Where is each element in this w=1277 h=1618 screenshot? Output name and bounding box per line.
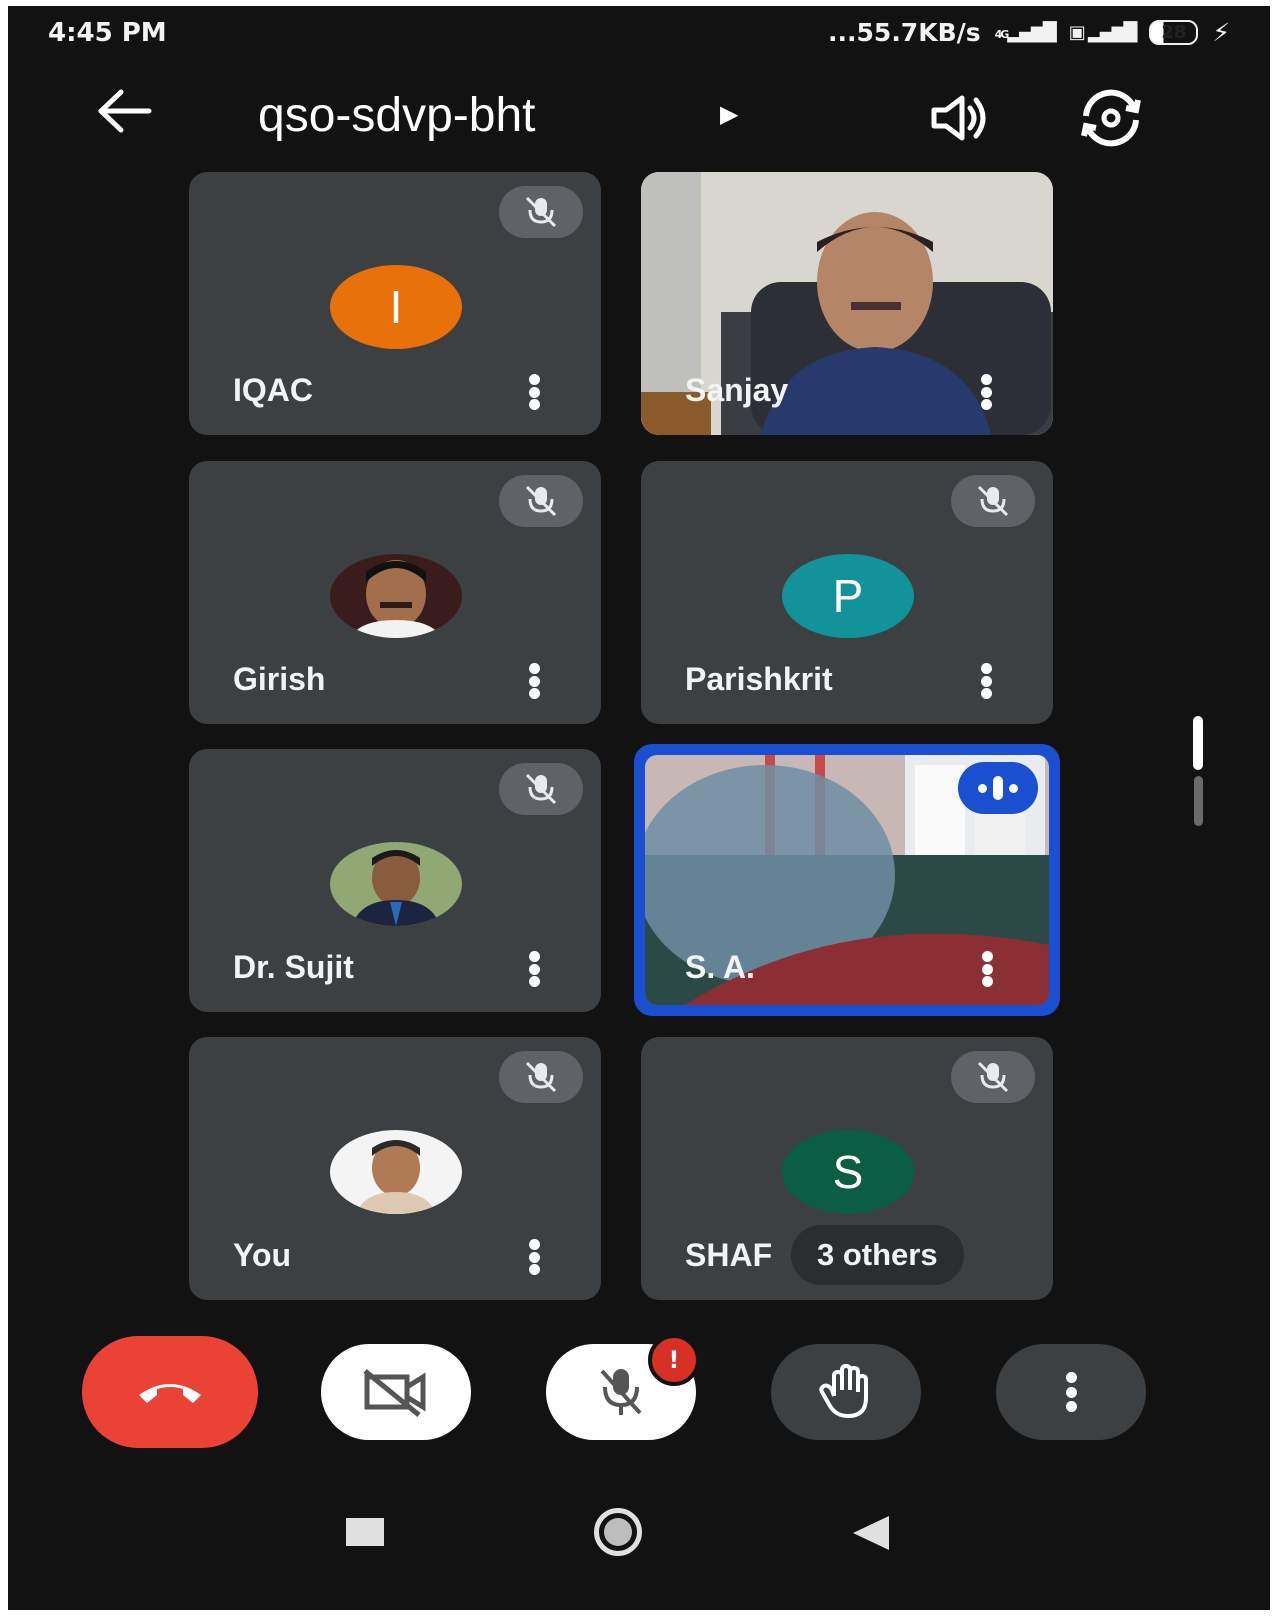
mic-off-icon	[951, 1051, 1035, 1103]
flip-camera-icon[interactable]	[1076, 86, 1146, 150]
avatar-photo	[330, 1130, 462, 1214]
status-time: 4:45 PM	[48, 18, 167, 48]
back-arrow-icon[interactable]	[93, 86, 153, 149]
mic-off-icon	[499, 186, 583, 238]
status-bar: 4:45 PM ...55.7KB/s 4G▂▄▆█ ▣ ▂▄▆█ 28 ⚡	[8, 6, 1270, 66]
participant-tile[interactable]: Girish	[189, 461, 601, 724]
home-nav-icon[interactable]	[594, 1508, 642, 1556]
participant-tile-group[interactable]: S SHAF 3 others	[641, 1037, 1053, 1300]
system-nav-bar	[8, 1496, 1270, 1576]
square-nav-icon[interactable]	[346, 1518, 384, 1546]
end-call-button[interactable]	[82, 1336, 258, 1448]
avatar-photo	[330, 554, 462, 638]
more-vert-icon[interactable]	[527, 374, 541, 410]
end-call-icon	[139, 1384, 201, 1403]
caret-right-icon[interactable]: ▶	[720, 100, 738, 128]
participant-tile[interactable]: P Parishkrit	[641, 461, 1053, 724]
participant-tile[interactable]: I IQAC	[189, 172, 601, 435]
camera-toggle-button[interactable]	[321, 1344, 471, 1440]
participant-name: Dr. Sujit	[233, 949, 354, 985]
mic-off-icon	[499, 475, 583, 527]
participant-tile-self[interactable]: You	[189, 1037, 601, 1300]
net-speed: ...55.7KB/s	[828, 18, 981, 47]
meeting-code[interactable]: qso-sdvp-bht	[258, 88, 535, 143]
mic-off-icon	[600, 1369, 642, 1415]
participant-name: Girish	[233, 661, 326, 697]
mic-off-icon	[499, 1051, 583, 1103]
participant-name: S. A.	[685, 949, 755, 985]
scroll-track	[1194, 776, 1203, 826]
mic-toggle-button[interactable]: !	[546, 1334, 700, 1440]
participant-tile[interactable]: Dr. Sujit	[189, 749, 601, 1012]
more-vert-icon[interactable]	[527, 1239, 541, 1275]
avatar: S	[782, 1130, 914, 1214]
avatar: I	[330, 265, 462, 349]
participant-tile-active[interactable]: S. A.	[634, 744, 1060, 1016]
more-vert-icon[interactable]	[980, 951, 994, 987]
back-nav-icon[interactable]	[853, 1516, 889, 1550]
participant-name: Parishkrit	[685, 661, 833, 697]
more-vert-icon[interactable]	[979, 663, 993, 699]
raise-hand-icon	[819, 1364, 868, 1418]
others-chip[interactable]: 3 others	[791, 1225, 964, 1285]
mic-off-icon	[499, 763, 583, 815]
camera-off-icon	[363, 1369, 426, 1417]
avatar-photo	[330, 842, 462, 926]
status-right: ...55.7KB/s 4G▂▄▆█ ▣ ▂▄▆█ 28 ⚡	[828, 18, 1230, 47]
raise-hand-button[interactable]	[771, 1344, 921, 1440]
participant-name: Sanjay	[685, 372, 789, 408]
signal-icon: 4G▂▄▆█	[994, 22, 1057, 43]
scroll-indicator[interactable]	[1193, 716, 1203, 770]
speaking-indicator-icon	[958, 762, 1038, 814]
mic-off-icon	[951, 475, 1035, 527]
phone-screen: 4:45 PM ...55.7KB/s 4G▂▄▆█ ▣ ▂▄▆█ 28 ⚡ q…	[8, 6, 1270, 1610]
more-vert-icon	[1064, 1372, 1078, 1412]
participant-name: SHAF	[685, 1237, 773, 1273]
participant-name: IQAC	[233, 372, 313, 408]
avatar: P	[782, 554, 914, 638]
participant-tile-video[interactable]: Sanjay	[641, 172, 1053, 435]
participant-name: You	[233, 1237, 292, 1273]
mic-alert-badge: !	[648, 1334, 700, 1386]
signal-icon-2: ▣ ▂▄▆█	[1068, 22, 1138, 43]
more-vert-icon[interactable]	[979, 374, 993, 410]
meeting-header: qso-sdvp-bht ▶	[8, 76, 1270, 166]
call-controls: !	[8, 1334, 1270, 1448]
more-vert-icon[interactable]	[527, 951, 541, 987]
speaker-icon[interactable]	[928, 90, 992, 146]
charging-icon: ⚡	[1212, 18, 1230, 47]
more-vert-icon[interactable]	[527, 663, 541, 699]
more-options-button[interactable]	[996, 1344, 1146, 1440]
battery-icon: 28	[1149, 20, 1199, 45]
